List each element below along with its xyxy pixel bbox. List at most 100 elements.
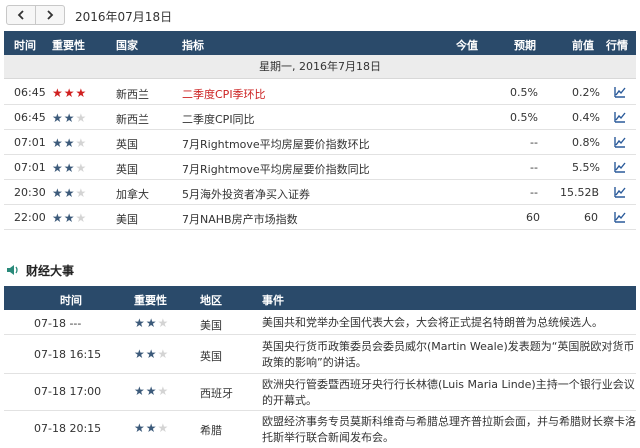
importance-stars: ★★★	[52, 86, 87, 100]
row-country: 美国	[116, 213, 138, 226]
star-icon: ★	[134, 421, 146, 435]
row-previous: 0.4%	[572, 111, 600, 124]
star-icon: ★	[157, 384, 170, 398]
star-icon: ★	[75, 136, 88, 150]
row-time: 07:01	[14, 136, 46, 149]
star-icon: ★	[145, 316, 158, 330]
line-chart-icon[interactable]	[614, 186, 626, 198]
star-icon: ★	[134, 316, 146, 330]
row-country: 加拿大	[116, 188, 149, 201]
row-forecast: --	[530, 186, 538, 199]
event-row[interactable]: 07-18 --- ★★★ 美国 美国共和党举办全国代表大会，大会将正式提名特朗…	[4, 311, 636, 335]
calendar-row[interactable]: 06:45 ★★★ 新西兰 二季度CPI同比 0.5% 0.4%	[4, 105, 636, 130]
star-icon: ★	[134, 384, 146, 398]
row-forecast: 60	[526, 211, 540, 224]
line-chart-icon[interactable]	[614, 211, 626, 223]
star-icon: ★	[157, 347, 170, 361]
star-icon: ★	[75, 186, 88, 200]
day-label-row: 星期一, 2016年7月18日	[4, 55, 636, 79]
header-actual: 今值	[456, 39, 478, 52]
row-forecast: --	[530, 161, 538, 174]
importance-stars: ★★★	[134, 384, 169, 398]
calendar-row[interactable]: 22:00 ★★★ 美国 7月NAHB房产市场指数 60 60	[4, 205, 636, 230]
header-chart: 行情	[606, 39, 628, 52]
star-icon: ★	[63, 211, 76, 225]
star-icon: ★	[52, 186, 64, 200]
row-time: 06:45	[14, 111, 46, 124]
star-icon: ★	[75, 161, 88, 175]
header-previous: 前值	[572, 39, 594, 52]
importance-stars: ★★★	[52, 136, 87, 150]
star-icon: ★	[52, 136, 64, 150]
star-icon: ★	[52, 161, 64, 175]
importance-stars: ★★★	[134, 316, 169, 330]
event-description: 英国央行货币政策委员会委员威尔(Martin Weale)发表题为“英国脱欧对货…	[262, 340, 635, 369]
line-chart-icon[interactable]	[614, 136, 626, 148]
row-indicator[interactable]: 二季度CPI季环比	[182, 86, 266, 102]
star-icon: ★	[52, 111, 64, 125]
calendar-header-row: 时间 重要性 国家 指标 今值 预期 前值 行情	[4, 31, 636, 55]
previous-day-button[interactable]	[6, 5, 36, 25]
events-header-row: 时间 重要性 地区 事件	[4, 286, 636, 310]
star-icon: ★	[75, 211, 88, 225]
event-row[interactable]: 07-18 16:15 ★★★ 英国 英国央行货币政策委员会委员威尔(Marti…	[4, 336, 636, 374]
calendar-row[interactable]: 07:01 ★★★ 英国 7月Rightmove平均房屋要价指数环比 -- 0.…	[4, 130, 636, 155]
star-icon: ★	[63, 186, 76, 200]
importance-stars: ★★★	[52, 161, 87, 175]
star-icon: ★	[134, 347, 146, 361]
star-icon: ★	[145, 347, 158, 361]
row-indicator[interactable]: 5月海外投资者净买入证券	[182, 186, 310, 202]
row-previous: 5.5%	[572, 161, 600, 174]
row-previous: 60	[584, 211, 598, 224]
row-indicator[interactable]: 7月Rightmove平均房屋要价指数同比	[182, 161, 370, 177]
star-icon: ★	[63, 111, 76, 125]
importance-stars: ★★★	[52, 111, 87, 125]
star-icon: ★	[75, 86, 88, 100]
line-chart-icon[interactable]	[614, 161, 626, 173]
next-day-button[interactable]	[35, 5, 65, 25]
row-country: 英国	[116, 163, 138, 176]
row-forecast: 0.5%	[510, 86, 538, 99]
events-header-region: 地区	[200, 294, 222, 307]
header-importance: 重要性	[52, 39, 85, 52]
row-indicator[interactable]: 7月Rightmove平均房屋要价指数环比	[182, 136, 370, 152]
row-country: 英国	[116, 138, 138, 151]
star-icon: ★	[157, 421, 170, 435]
calendar-row[interactable]: 06:45 ★★★ 新西兰 二季度CPI季环比 0.5% 0.2%	[4, 80, 636, 105]
events-header-time: 时间	[60, 294, 82, 307]
row-forecast: --	[530, 136, 538, 149]
star-icon: ★	[145, 421, 158, 435]
row-indicator[interactable]: 7月NAHB房产市场指数	[182, 211, 298, 227]
importance-stars: ★★★	[134, 347, 169, 361]
current-date: 2016年07月18日	[75, 10, 173, 24]
event-time: 07-18 17:00	[34, 385, 102, 398]
chevron-right-icon	[47, 10, 54, 20]
star-icon: ★	[63, 161, 76, 175]
row-indicator[interactable]: 二季度CPI同比	[182, 111, 255, 127]
star-icon: ★	[63, 86, 76, 100]
star-icon: ★	[75, 111, 88, 125]
event-row[interactable]: 07-18 17:00 ★★★ 西班牙 欧洲央行管委暨西班牙央行行长林德(Lui…	[4, 375, 636, 411]
events-section-title: 财经大事	[6, 261, 74, 279]
line-chart-icon[interactable]	[614, 86, 626, 98]
event-description: 欧盟经济事务专员莫斯科维奇与希腊总理齐普拉斯会面，并与希腊财长察卡洛托斯举行联合…	[262, 415, 636, 444]
star-icon: ★	[157, 316, 170, 330]
line-chart-icon[interactable]	[614, 111, 626, 123]
row-country: 新西兰	[116, 113, 149, 126]
row-previous: 15.52B	[560, 186, 600, 199]
calendar-row[interactable]: 07:01 ★★★ 英国 7月Rightmove平均房屋要价指数同比 -- 5.…	[4, 155, 636, 180]
event-region: 美国	[200, 319, 222, 332]
event-time: 07-18 20:15	[34, 422, 102, 435]
row-forecast: 0.5%	[510, 111, 538, 124]
event-description: 欧洲央行管委暨西班牙央行行长林德(Luis Maria Linde)主持一个银行…	[262, 378, 635, 407]
event-row[interactable]: 07-18 20:15 ★★★ 希腊 欧盟经济事务专员莫斯科维奇与希腊总理齐普拉…	[4, 412, 636, 448]
importance-stars: ★★★	[52, 211, 87, 225]
events-header-event: 事件	[262, 294, 284, 307]
header-forecast: 预期	[514, 39, 536, 52]
date-navigation-bar: 2016年07月18日	[0, 0, 640, 30]
calendar-row[interactable]: 20:30 ★★★ 加拿大 5月海外投资者净买入证券 -- 15.52B	[4, 180, 636, 205]
header-time: 时间	[14, 39, 36, 52]
row-time: 22:00	[14, 211, 46, 224]
event-time: 07-18 ---	[34, 317, 82, 330]
header-indicator: 指标	[182, 39, 204, 52]
